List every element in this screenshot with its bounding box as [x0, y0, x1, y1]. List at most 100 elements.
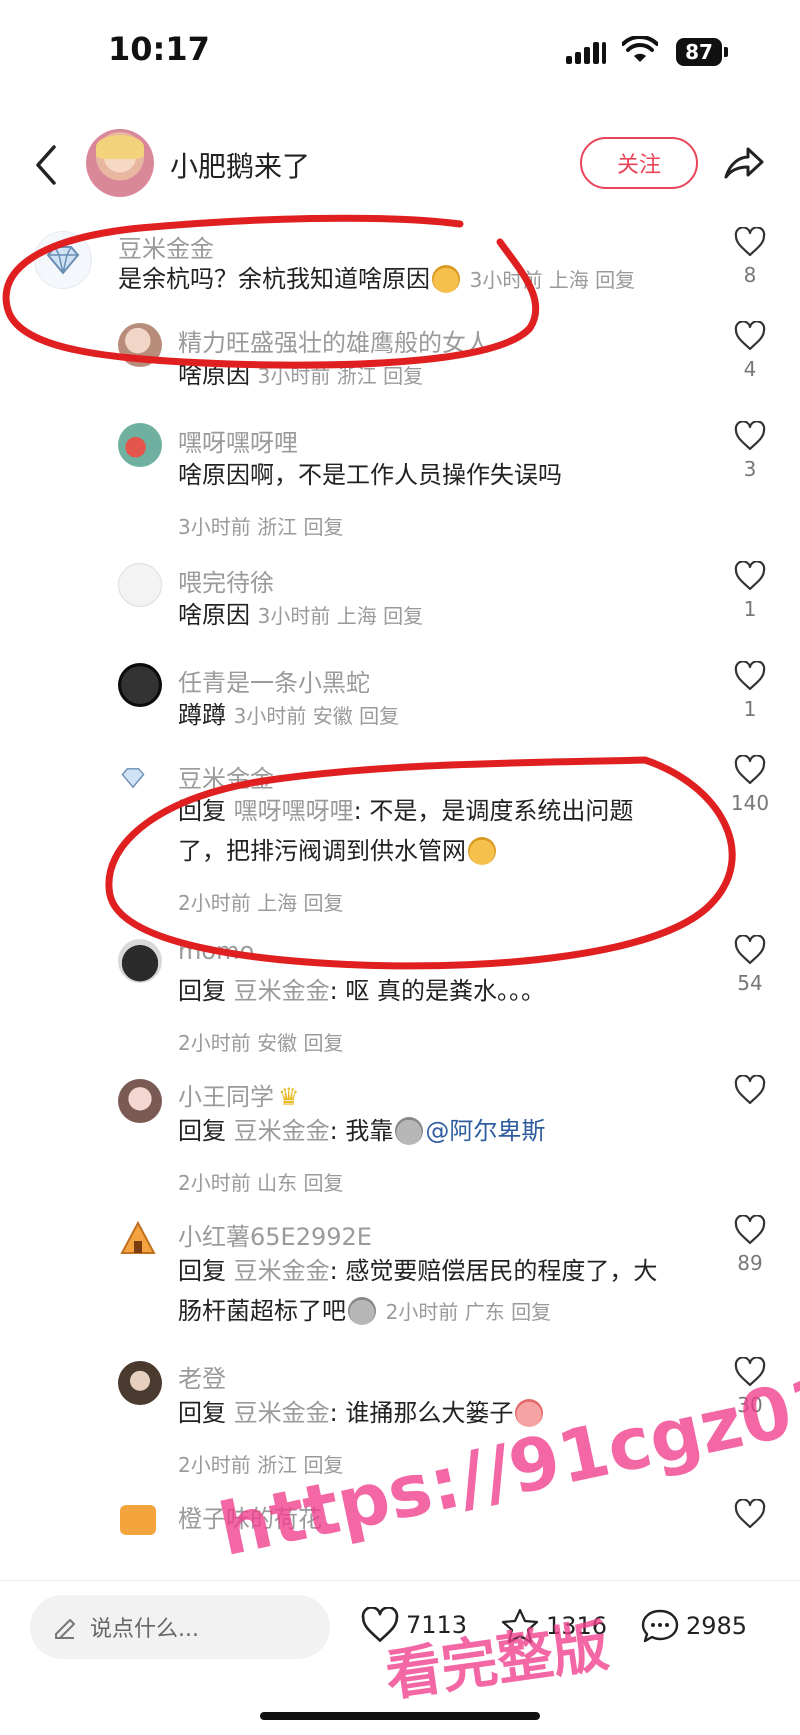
- comment-item: 豆米金金 是余杭吗？余杭我知道啥原因 3小时前 上海 回复 8: [0, 225, 800, 317]
- back-arrow-icon[interactable]: [30, 143, 62, 187]
- comment-meta[interactable]: 2小时前 浙江 回复: [178, 1449, 343, 1478]
- like-total: 7113: [406, 1611, 468, 1639]
- like-button[interactable]: 1: [730, 661, 770, 721]
- comment-meta[interactable]: 3小时前 浙江 回复: [178, 511, 343, 540]
- cat-avatar-icon[interactable]: [120, 1505, 156, 1535]
- like-button[interactable]: 30: [730, 1357, 770, 1417]
- comment-body: 肠杆菌超标了吧: [178, 1297, 346, 1325]
- reply-target[interactable]: 豆米金金: [234, 977, 330, 1005]
- wifi-icon: [622, 36, 658, 62]
- comment-author[interactable]: 小王同学 ♛: [178, 1077, 300, 1112]
- user-avatar[interactable]: [118, 423, 162, 467]
- comment-meta[interactable]: 2小时前 安徽 回复: [178, 1027, 343, 1056]
- dog-emoji-icon: [468, 837, 496, 865]
- comment-body: : 我靠: [329, 1117, 394, 1145]
- like-button[interactable]: 4: [730, 321, 770, 381]
- like-button[interactable]: 89: [730, 1215, 770, 1275]
- comment-text: 回复 豆米金金: 呕 真的是粪水。。。: [178, 971, 545, 1011]
- comment-author[interactable]: 豆米金金: [178, 759, 274, 794]
- comment-meta[interactable]: 3小时前 浙江 回复: [258, 364, 423, 388]
- like-count: 1: [743, 597, 757, 621]
- heart-icon: [734, 1499, 766, 1529]
- heart-icon: [734, 421, 766, 451]
- poop-emoji-icon: [395, 1117, 424, 1145]
- like-button[interactable]: [730, 1075, 770, 1105]
- like-stat[interactable]: 7113: [360, 1607, 467, 1643]
- comment-author[interactable]: 小红薯65E2992E: [178, 1217, 372, 1252]
- like-count: 30: [737, 1393, 763, 1417]
- follow-button[interactable]: 关注: [580, 137, 698, 189]
- user-avatar[interactable]: [118, 663, 162, 707]
- mention-link[interactable]: @阿尔卑斯: [425, 1117, 545, 1145]
- comment-item: 橙子味的荷花: [0, 1495, 800, 1545]
- comment-author-name[interactable]: 小王同学: [178, 1083, 274, 1111]
- like-count: 4: [743, 357, 757, 381]
- comment-body: 啥原因: [178, 601, 250, 629]
- comment-list: 豆米金金 是余杭吗？余杭我知道啥原因 3小时前 上海 回复 8 精力旺盛强壮的雄…: [0, 225, 800, 1545]
- user-avatar[interactable]: [118, 1361, 162, 1405]
- author-username[interactable]: 小肥鹅来了: [170, 145, 310, 185]
- heart-icon: [734, 935, 766, 965]
- user-avatar[interactable]: [118, 563, 162, 607]
- comment-meta[interactable]: 2小时前 上海 回复: [178, 887, 343, 916]
- comment-item: 老登 回复 豆米金金: 谁捅那么大篓子 2小时前 浙江 回复 30: [0, 1355, 800, 1495]
- heart-icon: [734, 1075, 766, 1105]
- like-button[interactable]: 3: [730, 421, 770, 481]
- comment-meta[interactable]: 3小时前 上海 回复: [470, 268, 635, 292]
- user-avatar[interactable]: [118, 1219, 158, 1259]
- heart-icon: [734, 561, 766, 591]
- comment-text: 蹲蹲 3小时前 安徽 回复: [178, 695, 399, 736]
- like-count: 1: [743, 697, 757, 721]
- comment-body: 啥原因: [178, 361, 250, 389]
- like-count: 3: [743, 457, 757, 481]
- diamond-avatar-icon[interactable]: [34, 231, 92, 289]
- reply-prefix: 回复: [178, 1399, 226, 1427]
- comment-meta[interactable]: 2小时前 广东 回复: [386, 1300, 551, 1324]
- comment-author[interactable]: 喂完待徐: [178, 563, 274, 598]
- heart-icon: [734, 661, 766, 691]
- reply-target[interactable]: 豆米金金: [234, 1399, 330, 1427]
- comment-input[interactable]: 说点什么...: [30, 1595, 330, 1659]
- diamond-avatar-icon[interactable]: [118, 763, 148, 793]
- comment-author[interactable]: 橙子味的荷花: [178, 1499, 322, 1534]
- heart-icon: [734, 227, 766, 257]
- like-button[interactable]: 8: [730, 227, 770, 287]
- reply-target[interactable]: 嘿呀嘿呀哩: [234, 797, 354, 825]
- comment-author[interactable]: 嘿呀嘿呀哩: [178, 423, 298, 458]
- comment-author[interactable]: 任青是一条小黑蛇: [178, 663, 370, 698]
- comment-input-placeholder: 说点什么...: [90, 1617, 199, 1642]
- comment-stat[interactable]: 2985: [640, 1607, 747, 1645]
- comment-meta[interactable]: 2小时前 山东 回复: [178, 1167, 343, 1196]
- like-button[interactable]: 1: [730, 561, 770, 621]
- crying-emoji-icon: [515, 1399, 544, 1427]
- user-avatar[interactable]: [118, 1079, 162, 1123]
- like-button[interactable]: 140: [730, 755, 770, 815]
- share-icon[interactable]: [722, 143, 766, 183]
- heart-icon: [734, 321, 766, 351]
- comment-total: 2985: [686, 1612, 748, 1640]
- reply-target[interactable]: 豆米金金: [234, 1117, 330, 1145]
- favorite-stat[interactable]: 1316: [500, 1607, 607, 1645]
- comment-text: 回复 豆米金金: 我靠 @阿尔卑斯: [178, 1111, 545, 1151]
- author-avatar[interactable]: [86, 129, 154, 197]
- user-avatar[interactable]: [118, 323, 162, 367]
- comment-meta[interactable]: 3小时前 安徽 回复: [234, 704, 399, 728]
- user-avatar[interactable]: [118, 939, 162, 983]
- like-button[interactable]: [730, 1499, 770, 1529]
- status-bar: 10:17 87: [0, 0, 800, 110]
- comment-item: 嘿呀嘿呀哩 啥原因啊，不是工作人员操作失误吗 3小时前 浙江 回复 3: [0, 417, 800, 557]
- comment-item: 精力旺盛强壮的雄鹰般的女人 啥原因 3小时前 浙江 回复 4: [0, 317, 800, 417]
- comment-item: 喂完待徐 啥原因 3小时前 上海 回复 1: [0, 557, 800, 657]
- comment-meta[interactable]: 3小时前 上海 回复: [258, 604, 423, 628]
- like-button[interactable]: 54: [730, 935, 770, 995]
- home-indicator[interactable]: [260, 1712, 540, 1720]
- comment-text: 肠杆菌超标了吧 2小时前 广东 回复: [178, 1291, 551, 1332]
- comment-body: : 谁捅那么大篓子: [329, 1399, 514, 1427]
- comment-item: 豆米金金 回复 嘿呀嘿呀哩: 不是，是调度系统出问题 了，把排污阀调到供水管网 …: [0, 753, 800, 933]
- reply-target[interactable]: 豆米金金: [234, 1257, 330, 1285]
- comment-text: 回复 豆米金金: 感觉要赔偿居民的程度了，大: [178, 1251, 657, 1291]
- comment-text: 了，把排污阀调到供水管网: [178, 831, 498, 871]
- comment-author[interactable]: momo: [178, 937, 254, 965]
- comment-author[interactable]: 精力旺盛强壮的雄鹰般的女人: [178, 323, 490, 358]
- comment-author[interactable]: 老登: [178, 1359, 226, 1394]
